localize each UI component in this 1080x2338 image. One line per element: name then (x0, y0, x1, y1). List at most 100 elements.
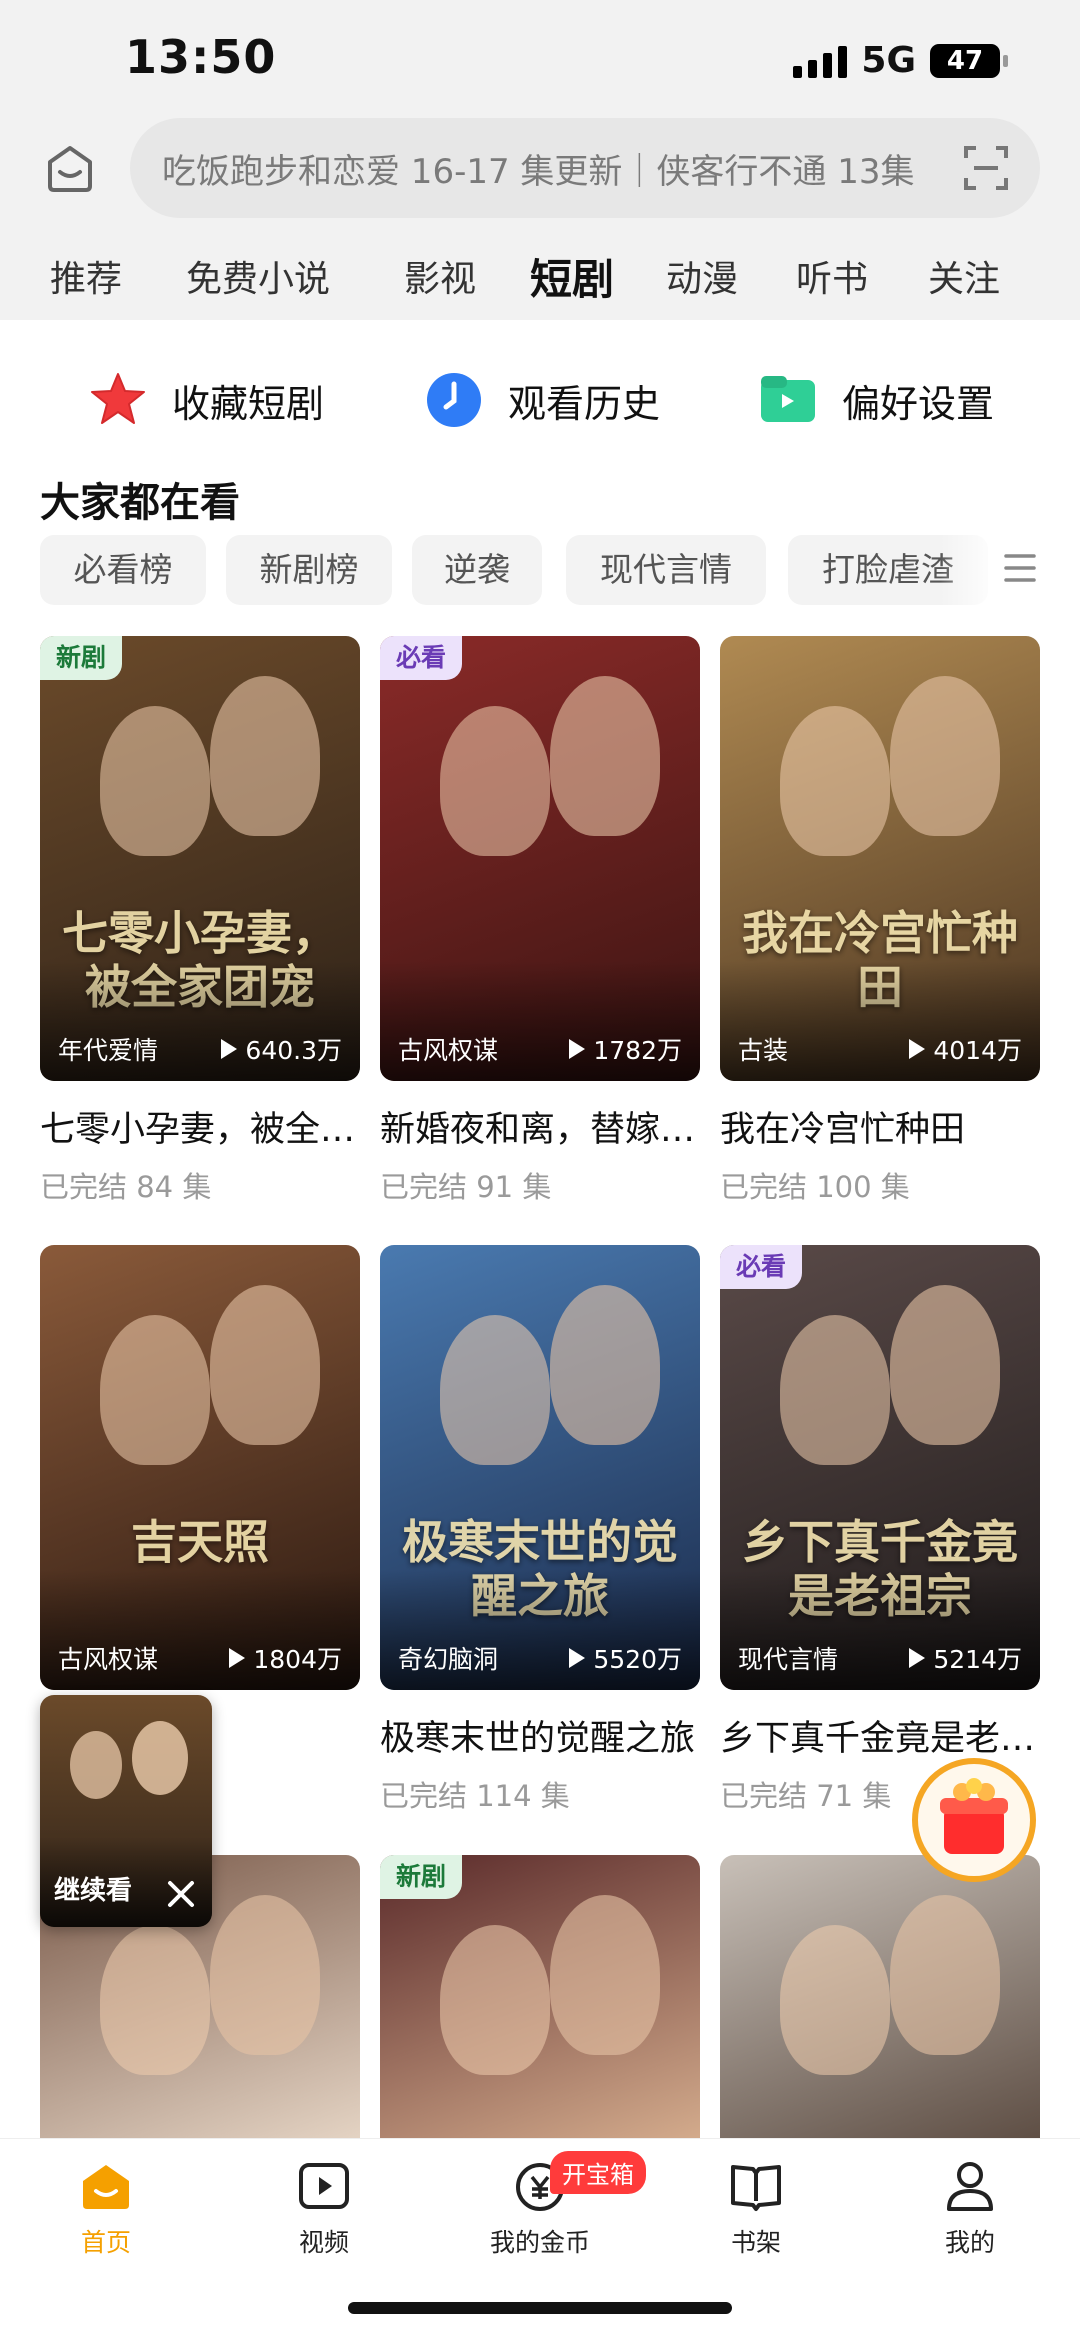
tab-short-drama[interactable]: 短剧 (530, 246, 614, 307)
drama-meta: 已完结 91 集 (380, 1170, 552, 1204)
drama-card[interactable]: 七零小孕妻，被全家团宠新剧年代爱情640.3万七零小孕妻，被全家团宠已完结 84… (40, 636, 360, 1206)
open-treasure-badge[interactable]: 开宝箱 (550, 2151, 646, 2194)
play-icon (569, 1039, 586, 1059)
drama-card[interactable]: 必看古风权谋 1782万新婚夜和离，替嫁王妃已完结 91 集 (380, 636, 700, 1206)
drama-poster[interactable]: 新剧 (380, 1855, 700, 2155)
view-count-text: 4014万 (933, 1036, 1022, 1065)
drama-badge: 必看 (380, 636, 463, 680)
watch-history-button[interactable]: 观看历史 (424, 365, 660, 435)
poster-figure (890, 1895, 1000, 2055)
drama-card[interactable]: 我在冷宫忙种田古装4014万我在冷宫忙种田已完结 100 集 (720, 636, 1040, 1206)
preferences-label: 偏好设置 (842, 381, 995, 426)
drama-poster[interactable] (720, 1855, 1040, 2155)
home-logo-icon[interactable] (42, 140, 98, 196)
drama-meta: 已完结 84 集 (40, 1170, 212, 1204)
poster-figure (100, 1925, 210, 2075)
drama-title[interactable]: 七零小孕妻，被全家团宠 (40, 1101, 360, 1152)
nav-home[interactable]: 首页 (36, 2157, 176, 2259)
drama-genre: 奇幻脑洞 (398, 1645, 499, 1674)
tab-audiobook[interactable]: 听书 (796, 250, 868, 302)
drama-card[interactable]: 极寒末世的觉醒之旅奇幻脑洞5520万极寒末世的觉醒之旅已完结 114 集 (380, 1245, 700, 1815)
drama-view-count: 1782万 (569, 1031, 682, 1067)
poster-figure (890, 676, 1000, 836)
poster-figure (550, 676, 660, 836)
poster-figure (890, 1285, 1000, 1445)
tab-follow[interactable]: 关注 (928, 250, 1000, 302)
drama-badge: 新剧 (40, 636, 123, 680)
nav-coins[interactable]: 我的金币 开宝箱 (470, 2151, 646, 2259)
profile-icon (947, 2162, 993, 2211)
poster-figure (100, 706, 210, 856)
drama-genre: 古风权谋 (398, 1036, 499, 1065)
tab-free-novel[interactable]: 免费小说 (186, 250, 330, 302)
view-count-text: 1782万 (593, 1036, 682, 1065)
menu-icon[interactable] (1000, 548, 1040, 588)
section-title: 大家都在看 (40, 480, 240, 526)
poster-figure (780, 706, 890, 856)
nav-bookshelf[interactable]: 书架 (686, 2157, 826, 2259)
drama-card[interactable]: 乡下真千金竟是老祖宗必看现代言情5214万乡下真千金竟是老祖宗已完结 71 集 (720, 1245, 1040, 1815)
poster-figure (440, 706, 550, 856)
drama-poster[interactable]: 乡下真千金竟是老祖宗必看现代言情5214万 (720, 1245, 1040, 1690)
tab-film[interactable]: 影视 (404, 250, 476, 302)
tab-recommend[interactable]: 推荐 (50, 250, 122, 302)
status-icons: 5G 47 (793, 40, 1008, 81)
book-icon (731, 2165, 781, 2211)
network-type: 5G (861, 40, 916, 81)
drama-card[interactable]: 新剧 (380, 1855, 700, 2155)
chip-modern-romance[interactable]: 现代言情 (566, 535, 766, 605)
drama-title[interactable]: 极寒末世的觉醒之旅 (380, 1710, 700, 1761)
drama-title[interactable]: 我在冷宫忙种田 (720, 1101, 1040, 1152)
drama-view-count: 4014万 (909, 1031, 1022, 1067)
nav-coins-label: 我的金币 (489, 2228, 590, 2257)
drama-badge: 必看 (720, 1245, 803, 1289)
nav-video[interactable]: 视频 (254, 2157, 394, 2259)
drama-genre: 古风权谋 (58, 1645, 159, 1674)
preferences-button[interactable]: 偏好设置 (758, 365, 994, 435)
drama-card[interactable]: 吉天照 古风权谋 1804万 (40, 1245, 360, 1690)
nav-profile-label: 我的 (944, 2228, 995, 2257)
gift-box-icon (940, 1778, 1008, 1854)
play-icon (569, 1648, 586, 1668)
mini-figure (132, 1721, 188, 1795)
search-placeholder: 吃饭跑步和恋爱 16-17 集更新｜侠客行不通 13集 (162, 152, 915, 192)
home-icon (83, 2165, 129, 2209)
drama-poster[interactable]: 七零小孕妻，被全家团宠新剧年代爱情640.3万 (40, 636, 360, 1081)
play-icon (909, 1039, 926, 1059)
treasure-box-float[interactable] (912, 1758, 1036, 1882)
tab-anime[interactable]: 动漫 (666, 250, 738, 302)
view-count-text: 1804万 (253, 1645, 342, 1674)
nav-bookshelf-label: 书架 (730, 2228, 781, 2257)
scan-icon[interactable] (962, 144, 1010, 192)
clock-icon (427, 373, 481, 427)
poster-figure (210, 1895, 320, 2055)
drama-meta: 已完结 114 集 (380, 1779, 570, 1813)
drama-card[interactable] (720, 1855, 1040, 2155)
poster-figure (100, 1315, 210, 1465)
video-icon (299, 2163, 349, 2209)
drama-badge: 新剧 (380, 1855, 463, 1899)
poster-figure (780, 1315, 890, 1465)
signal-icon (793, 44, 848, 78)
search-bar[interactable]: 吃饭跑步和恋爱 16-17 集更新｜侠客行不通 13集 (130, 118, 1040, 218)
drama-title[interactable]: 乡下真千金竟是老祖宗 (720, 1710, 1040, 1761)
folder-icon (761, 376, 815, 422)
close-icon[interactable] (164, 1877, 198, 1911)
chip-comeback[interactable]: 逆袭 (412, 535, 542, 605)
nav-profile[interactable]: 我的 (900, 2157, 1040, 2259)
poster-figure (550, 1895, 660, 2055)
chip-new-drama[interactable]: 新剧榜 (226, 535, 392, 605)
drama-poster[interactable]: 吉天照 古风权谋 1804万 (40, 1245, 360, 1690)
header: 13:50 5G 47 吃饭跑步和恋爱 16-17 集更新｜侠客行不通 13集 … (0, 0, 1080, 320)
chip-must-watch[interactable]: 必看榜 (40, 535, 206, 605)
poster-figure (210, 1285, 320, 1445)
drama-poster[interactable]: 极寒末世的觉醒之旅奇幻脑洞5520万 (380, 1245, 700, 1690)
drama-title[interactable]: 新婚夜和离，替嫁王妃 (380, 1101, 700, 1152)
nav-video-label: 视频 (298, 2228, 349, 2257)
favorite-dramas-button[interactable]: 收藏短剧 (88, 365, 324, 435)
play-icon (221, 1039, 238, 1059)
continue-watching-player[interactable]: 继续看 (40, 1695, 212, 1927)
drama-poster[interactable]: 我在冷宫忙种田古装4014万 (720, 636, 1040, 1081)
drama-poster[interactable]: 必看古风权谋 1782万 (380, 636, 700, 1081)
drama-view-count: 5520万 (569, 1640, 682, 1676)
